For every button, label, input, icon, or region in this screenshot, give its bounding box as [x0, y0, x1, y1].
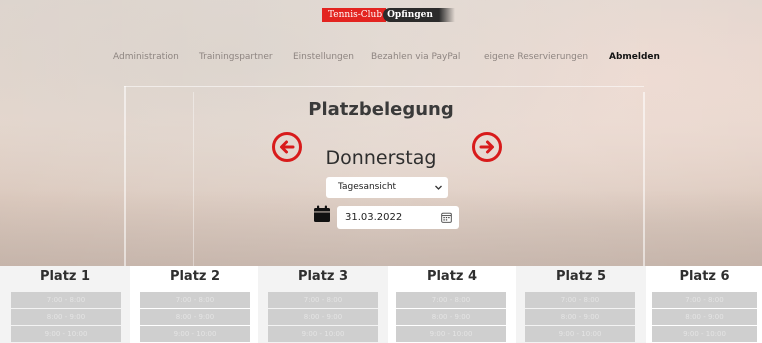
time-slot[interactable]: 7:00 - 8:00 — [525, 292, 635, 308]
time-slot[interactable]: 8:00 - 9:00 — [525, 309, 635, 325]
club-logo[interactable]: Tennis-Club Opfingen — [322, 8, 455, 22]
nav-administration[interactable]: Administration — [113, 50, 179, 64]
court-name: Platz 6 — [679, 269, 730, 284]
nav-paypal[interactable]: Bezahlen via PayPal — [371, 50, 460, 64]
time-slot[interactable]: 7:00 - 8:00 — [140, 292, 250, 308]
main-nav: Administration Trainingspartner Einstell… — [0, 50, 762, 64]
court-column-6: Platz 6 7:00 - 8:00 8:00 - 9:00 9:00 - 1… — [647, 266, 762, 343]
court-column-3: Platz 3 7:00 - 8:00 8:00 - 9:00 9:00 - 1… — [263, 266, 383, 343]
time-slot[interactable]: 8:00 - 9:00 — [140, 309, 250, 325]
time-slot[interactable]: 9:00 - 10:00 — [525, 326, 635, 342]
time-slot[interactable]: 7:00 - 8:00 — [11, 292, 121, 308]
calendar-picker-icon[interactable] — [441, 212, 452, 223]
time-slot[interactable]: 9:00 - 10:00 — [268, 326, 378, 342]
page-title: Platzbelegung — [308, 99, 454, 120]
court-column-4: Platz 4 7:00 - 8:00 8:00 - 9:00 9:00 - 1… — [392, 266, 512, 343]
calendar-icon — [314, 205, 330, 222]
time-slot[interactable]: 7:00 - 8:00 — [396, 292, 506, 308]
time-slot[interactable]: 7:00 - 8:00 — [652, 292, 757, 308]
net-line-top — [124, 86, 644, 87]
time-slot[interactable]: 8:00 - 9:00 — [11, 309, 121, 325]
nav-abmelden[interactable]: Abmelden — [609, 50, 660, 64]
nav-einstellungen[interactable]: Einstellungen — [293, 50, 354, 64]
courts-grid: Platz 1 7:00 - 8:00 8:00 - 9:00 9:00 - 1… — [0, 266, 762, 343]
court-name: Platz 2 — [169, 269, 221, 284]
time-slot[interactable]: 9:00 - 10:00 — [11, 326, 121, 342]
court-name: Platz 3 — [297, 269, 349, 284]
nav-trainingspartner[interactable]: Trainingspartner — [199, 50, 273, 64]
time-slot[interactable]: 9:00 - 10:00 — [140, 326, 250, 342]
next-day-button[interactable] — [472, 132, 502, 162]
time-slot[interactable]: 9:00 - 10:00 — [652, 326, 757, 342]
court-column-2: Platz 2 7:00 - 8:00 8:00 - 9:00 9:00 - 1… — [135, 266, 255, 343]
current-day: Donnerstag — [325, 147, 437, 169]
nav-eigene-reservierungen[interactable]: eigene Reservierungen — [484, 50, 588, 64]
court-name: Platz 4 — [426, 269, 478, 284]
date-field-value: 31.03.2022 — [345, 212, 403, 223]
view-select-value: Tagesansicht — [338, 182, 397, 192]
time-slot[interactable]: 9:00 - 10:00 — [396, 326, 506, 342]
time-slot[interactable]: 8:00 - 9:00 — [396, 309, 506, 325]
logo-fade — [438, 8, 455, 22]
chevron-down-icon — [435, 185, 442, 190]
court-column-5: Platz 5 7:00 - 8:00 8:00 - 9:00 9:00 - 1… — [521, 266, 641, 343]
view-select[interactable]: Tagesansicht — [326, 177, 448, 198]
court-name: Platz 1 — [39, 269, 91, 284]
logo-town-text: Opfingen — [383, 8, 439, 22]
time-slot[interactable]: 8:00 - 9:00 — [652, 309, 757, 325]
logo-club-text: Tennis-Club — [322, 8, 387, 22]
time-slot[interactable]: 8:00 - 9:00 — [268, 309, 378, 325]
time-slot[interactable]: 7:00 - 8:00 — [268, 292, 378, 308]
arrow-right-circle-icon — [479, 140, 494, 154]
date-field[interactable]: 31.03.2022 — [337, 206, 459, 229]
court-column-1: Platz 1 7:00 - 8:00 8:00 - 9:00 9:00 - 1… — [5, 266, 125, 343]
court-name: Platz 5 — [555, 269, 607, 284]
